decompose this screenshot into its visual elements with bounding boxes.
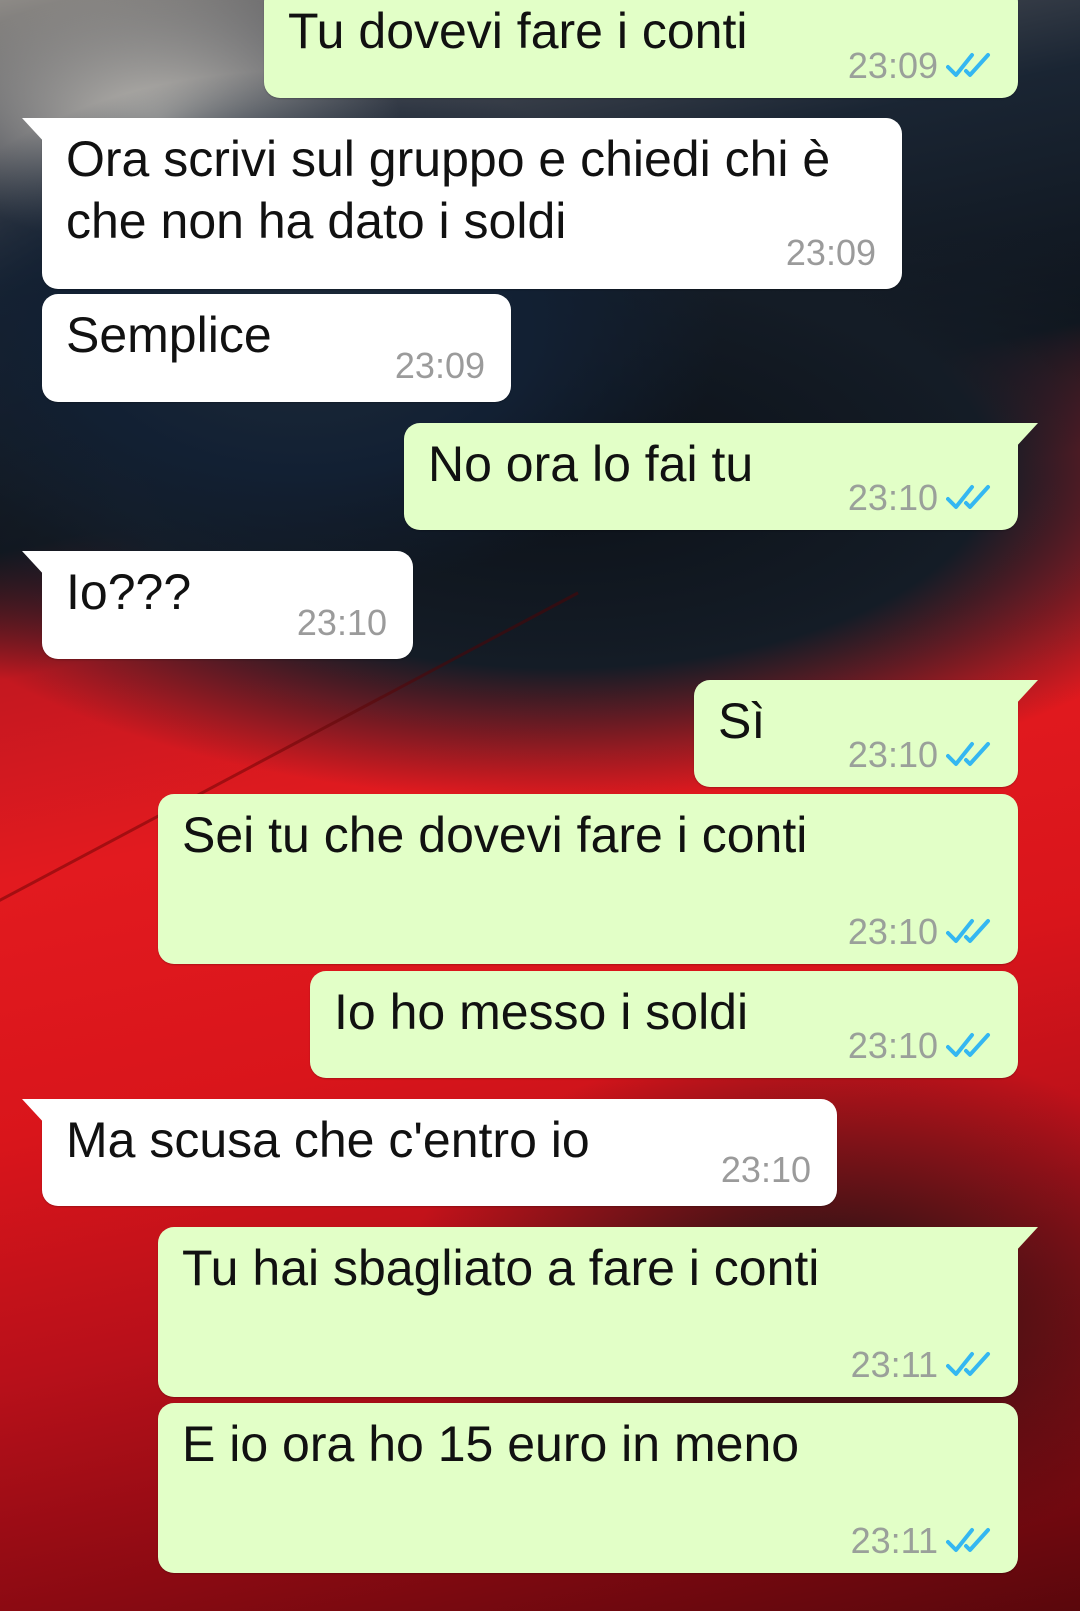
message-time: 23:10 — [296, 602, 387, 643]
message-time: 23:11 — [850, 1520, 938, 1561]
message-text: E io ora ho 15 euro in meno — [182, 1416, 800, 1472]
message-list[interactable]: Tu dovevi fare i conti 23:09 Ora scrivi … — [0, 0, 1080, 1611]
message-bubble-outgoing[interactable]: Tu dovevi fare i conti 23:09 — [264, 0, 1018, 98]
double-check-icon — [946, 485, 990, 509]
message-bubble-incoming[interactable]: Ora scrivi sul gruppo e chiedi chi è che… — [22, 118, 902, 289]
message-text: Ora scrivi sul gruppo e chiedi chi è che… — [66, 131, 845, 249]
message-time: 23:10 — [847, 477, 938, 518]
message-time: 23:11 — [850, 1344, 938, 1385]
message-time: 23:09 — [785, 232, 876, 273]
double-check-icon — [946, 919, 990, 943]
message-text: Tu hai sbagliato a fare i conti — [182, 1240, 820, 1296]
double-check-icon — [946, 1528, 990, 1552]
message-bubble-incoming[interactable]: Semplice 23:09 — [42, 294, 511, 402]
message-bubble-outgoing[interactable]: Tu hai sbagliato a fare i conti 23:11 — [158, 1227, 1038, 1397]
message-time: 23:10 — [847, 734, 938, 775]
message-time: 23:09 — [394, 345, 485, 386]
message-time: 23:10 — [720, 1149, 811, 1190]
message-time: 23:10 — [847, 1025, 938, 1066]
message-text: Sei tu che dovevi fare i conti — [182, 807, 808, 863]
message-bubble-incoming[interactable]: Io??? 23:10 — [22, 551, 413, 659]
message-bubble-outgoing[interactable]: E io ora ho 15 euro in meno 23:11 — [158, 1403, 1018, 1573]
double-check-icon — [946, 1352, 990, 1376]
message-bubble-incoming[interactable]: Ma scusa che c'entro io 23:10 — [22, 1099, 837, 1206]
double-check-icon — [946, 1033, 990, 1057]
message-text: Ma scusa che c'entro io — [66, 1112, 590, 1168]
message-time: 23:10 — [847, 911, 938, 952]
message-bubble-outgoing[interactable]: Sì 23:10 — [694, 680, 1038, 787]
message-bubble-outgoing[interactable]: Io ho messo i soldi 23:10 — [310, 971, 1018, 1078]
message-bubble-outgoing[interactable]: Sei tu che dovevi fare i conti 23:10 — [158, 794, 1018, 964]
message-time: 23:09 — [847, 45, 938, 86]
double-check-icon — [946, 742, 990, 766]
double-check-icon — [946, 53, 990, 77]
message-bubble-outgoing[interactable]: No ora lo fai tu 23:10 — [404, 423, 1038, 530]
